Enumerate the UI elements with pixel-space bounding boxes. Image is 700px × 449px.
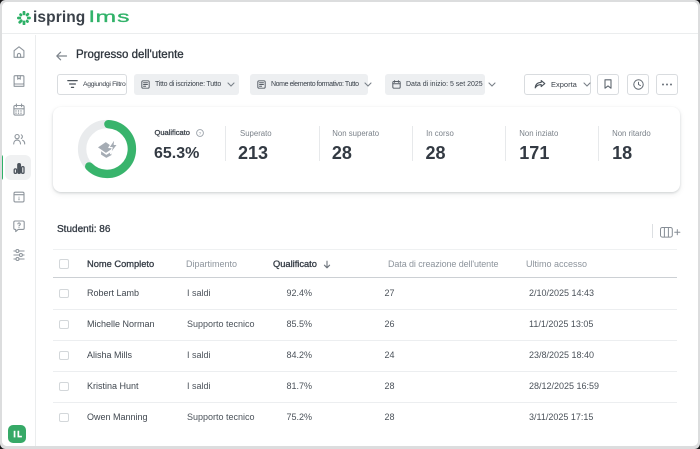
svg-text:?: ?	[199, 131, 202, 137]
